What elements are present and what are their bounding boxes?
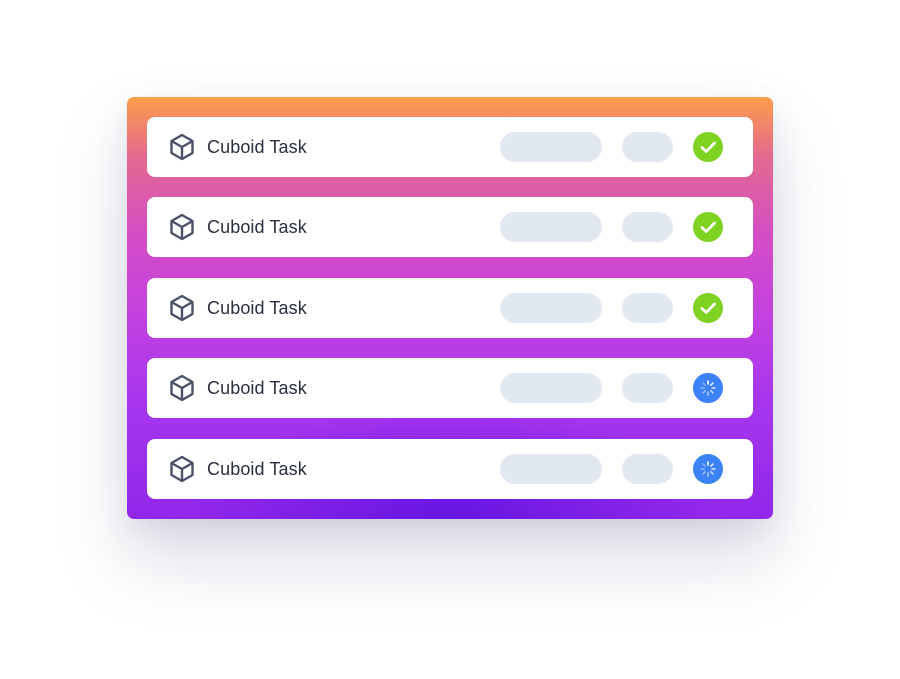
status-done-badge <box>693 212 723 242</box>
cube-icon <box>170 213 194 241</box>
placeholder-pill-small <box>622 212 673 242</box>
check-icon <box>700 302 716 314</box>
task-row[interactable]: Cuboid Task <box>147 358 753 418</box>
status-done-badge <box>693 293 723 323</box>
placeholder-pill-large <box>500 373 602 403</box>
cube-icon <box>170 374 194 402</box>
check-icon <box>700 141 716 153</box>
placeholder-pill-small <box>622 293 673 323</box>
placeholder-pill-small <box>622 373 673 403</box>
task-row[interactable]: Cuboid Task <box>147 117 753 177</box>
check-icon <box>700 221 716 233</box>
status-pending-badge <box>693 373 723 403</box>
spinner-icon <box>700 461 716 477</box>
task-label: Cuboid Task <box>207 459 307 479</box>
task-list-panel: Cuboid Task Cuboid Task Cuboid Task Cubo… <box>127 97 773 519</box>
placeholder-pill-large <box>500 132 602 162</box>
task-label: Cuboid Task <box>207 217 307 237</box>
cube-icon <box>170 294 194 322</box>
status-pending-badge <box>693 454 723 484</box>
placeholder-pill-small <box>622 454 673 484</box>
cube-icon <box>170 133 194 161</box>
placeholder-pill-large <box>500 212 602 242</box>
cube-icon <box>170 455 194 483</box>
task-label: Cuboid Task <box>207 137 307 157</box>
task-row[interactable]: Cuboid Task <box>147 278 753 338</box>
placeholder-pill-small <box>622 132 673 162</box>
placeholder-pill-large <box>500 454 602 484</box>
placeholder-pill-large <box>500 293 602 323</box>
task-label: Cuboid Task <box>207 378 307 398</box>
task-row[interactable]: Cuboid Task <box>147 197 753 257</box>
task-row[interactable]: Cuboid Task <box>147 439 753 499</box>
spinner-icon <box>700 380 716 396</box>
status-done-badge <box>693 132 723 162</box>
task-label: Cuboid Task <box>207 298 307 318</box>
stage: Cuboid Task Cuboid Task Cuboid Task Cubo… <box>0 0 900 679</box>
